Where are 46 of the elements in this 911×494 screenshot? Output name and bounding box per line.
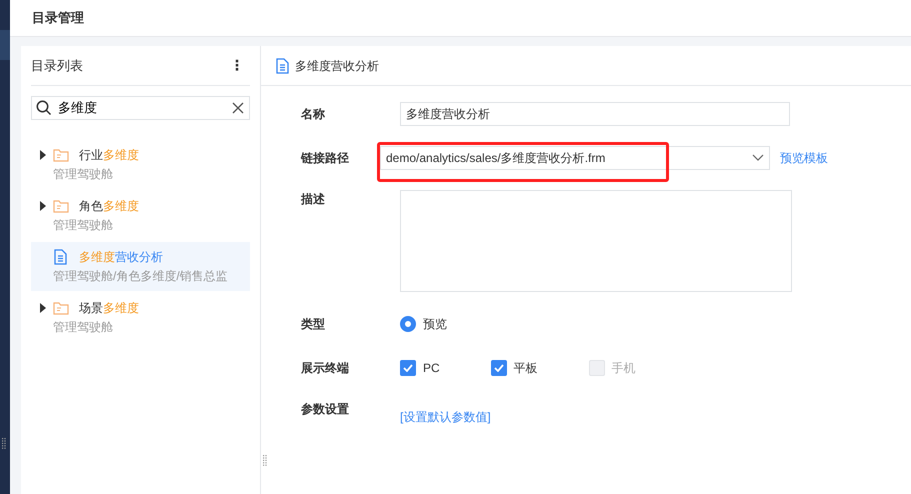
checkmark-icon [403,364,413,372]
item-path: 管理驾驶舱 [52,217,114,234]
set-default-params-link[interactable]: [设置默认参数值] [400,408,491,426]
path-value: demo/analytics/sales/多维度营收分析.frm [386,150,606,167]
item-name: 场景多维度 [79,300,139,317]
field-label: 展示终端 [301,360,350,377]
name-field[interactable]: 多维度营收分析 [400,102,790,126]
more-menu-button[interactable]: ⋮ [224,55,250,76]
option-label: PC [423,360,440,377]
resize-handle-icon[interactable] [2,438,6,450]
search-field[interactable]: 多维度 [31,96,250,120]
document-icon [275,58,289,74]
checkbox[interactable] [400,360,416,376]
field-label: 参数设置 [301,401,350,418]
search-icon [36,100,52,116]
option-label: 平板 [514,360,538,377]
item-path: 管理驾驶舱 [52,166,114,183]
item-path: 管理驾驶舱/角色多维度/销售总监 [52,268,229,285]
description-field[interactable] [400,190,792,292]
chevron-down-icon [752,154,764,162]
folder-icon [53,300,69,316]
field-label: 类型 [301,316,326,333]
close-icon[interactable] [232,102,244,114]
folder-icon [53,147,69,163]
radio-button[interactable] [400,316,416,332]
tree-item[interactable]: 行业多维度 管理驾驶舱 [31,140,250,189]
field-label: 描述 [301,191,326,208]
option-label: 手机 [612,360,636,377]
resize-handle-icon[interactable] [263,455,267,467]
folder-icon [53,198,69,214]
detail-title: 多维度营收分析 [295,58,379,74]
field-label: 名称 [301,106,326,123]
document-icon [53,249,69,265]
checkbox[interactable] [490,360,507,376]
path-dropdown[interactable]: demo/analytics/sales/多维度营收分析.frm [380,146,770,170]
item-name: 多维度营收分析 [79,249,163,266]
panel-title: 目录列表 [31,56,83,75]
tree-item[interactable]: 角色多维度 管理驾驶舱 [31,191,250,240]
item-name: 行业多维度 [79,147,139,164]
item-name: 角色多维度 [79,198,139,215]
option-label: 预览 [423,316,447,333]
item-path: 管理驾驶舱 [52,319,114,336]
checkmark-icon [494,364,504,372]
page-title: 目录管理 [32,9,84,28]
preview-template-link[interactable]: 预览模板 [780,149,828,167]
tree-item[interactable]: 场景多维度 管理驾驶舱 [31,293,250,342]
